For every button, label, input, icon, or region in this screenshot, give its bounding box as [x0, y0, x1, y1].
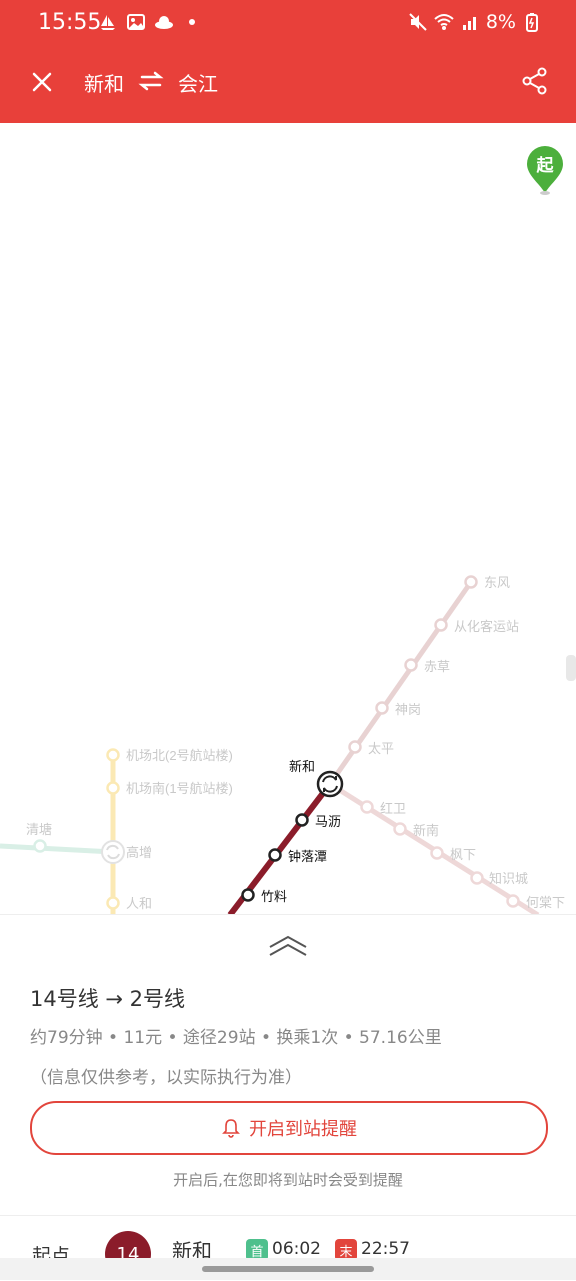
label-airport-south: 机场南(1号航站楼): [126, 781, 233, 796]
label-gaozeng: 高增: [126, 845, 152, 860]
share-icon[interactable]: [520, 66, 550, 96]
label-mali: 马沥: [315, 814, 341, 829]
label-zhishicheng: 知识城: [489, 871, 528, 886]
label-zhongluotan: 钟落潭: [288, 849, 327, 864]
station-dot-shengang[interactable]: [375, 701, 389, 715]
notification-icons: [98, 12, 202, 32]
navigation-bar: [0, 1258, 576, 1280]
station-dot-chicao[interactable]: [404, 658, 418, 672]
first-train-time: 06:02: [272, 1239, 321, 1259]
wifi-icon: [434, 14, 454, 30]
reminder-hint: 开启后,在您即将到站时会受到提醒: [173, 1171, 403, 1189]
label-dongfeng: 东风: [484, 575, 510, 590]
bell-icon: [222, 1119, 240, 1138]
route-panel: 14号线 → 2号线 约79分钟 • 11元 • 途径29站 • 换乘1次 • …: [0, 914, 576, 1281]
dot-icon: [189, 19, 195, 25]
metro-map-svg[interactable]: 东风 从化客运站 赤草 神岗 太平 红卫 新南 枫下 知识城 何棠下 机场北(2…: [0, 123, 576, 915]
station-dot-fengxia[interactable]: [430, 846, 444, 860]
close-icon[interactable]: [26, 66, 58, 98]
station-dot-dongfeng[interactable]: [464, 575, 478, 589]
chevron-up-icon[interactable]: [268, 933, 308, 957]
station-dot-hongwei[interactable]: [360, 800, 374, 814]
label-qingtang: 清塘: [26, 822, 52, 837]
station-dot-airport-south[interactable]: [106, 781, 120, 795]
station-dot-xinnan[interactable]: [393, 822, 407, 836]
signal-icon: [462, 17, 476, 30]
mute-icon: [409, 13, 427, 31]
disclaimer: （信息仅供参考，以实际执行为准）: [30, 1068, 302, 1088]
label-shengang: 神岗: [395, 702, 421, 717]
station-dot-helaixia[interactable]: [506, 894, 520, 908]
station-dot-zhishicheng[interactable]: [470, 871, 484, 885]
station-dot-renhe[interactable]: [106, 896, 120, 910]
label-airport-north: 机场北(2号航站楼): [126, 748, 233, 763]
battery-percent: 8%: [485, 11, 516, 33]
label-conghua: 从化客运站: [454, 619, 519, 634]
label-xinnan: 新南: [413, 823, 439, 838]
station-dot-airport-north[interactable]: [106, 748, 120, 762]
label-hongwei: 红卫: [380, 801, 406, 816]
route-title: 14号线 → 2号线: [30, 987, 186, 1011]
station-dot-conghua[interactable]: [434, 618, 448, 632]
last-train-time: 22:57: [361, 1239, 410, 1259]
route-header: 新和 会江: [0, 48, 576, 123]
from-station[interactable]: 新和: [84, 68, 124, 97]
station-dot-taiping[interactable]: [348, 740, 362, 754]
arrival-reminder-label: 开启到站提醒: [249, 1119, 357, 1140]
arrival-reminder-button[interactable]: 开启到站提醒: [30, 1101, 548, 1155]
label-fengxia: 枫下: [450, 847, 476, 862]
to-station[interactable]: 会江: [178, 68, 218, 97]
label-helaixia: 何棠下: [526, 895, 565, 910]
status-time: 15:55: [38, 10, 102, 35]
swap-icon[interactable]: [138, 68, 164, 94]
label-zhuliao: 竹料: [261, 889, 287, 904]
status-bar: 15:55 8%: [0, 0, 576, 48]
start-pin[interactable]: 起: [525, 145, 565, 195]
label-xinhe: 新和: [289, 759, 315, 774]
side-scroll-handle[interactable]: [566, 655, 576, 681]
hat-icon: [155, 16, 173, 29]
home-handle[interactable]: [202, 1266, 374, 1272]
battery-icon: [526, 13, 538, 32]
station-dot-qingtang[interactable]: [33, 839, 47, 853]
station-dot-mali[interactable]: [295, 813, 309, 827]
divider: [0, 1215, 576, 1216]
label-chicao: 赤草: [424, 659, 450, 674]
station-dot-zhuliao[interactable]: [241, 888, 255, 902]
image-icon: [127, 14, 145, 30]
metro-map[interactable]: 东风 从化客运站 赤草 神岗 太平 红卫 新南 枫下 知识城 何棠下 机场北(2…: [0, 123, 576, 915]
route-info: 约79分钟 • 11元 • 途径29站 • 换乘1次 • 57.16公里: [30, 1028, 442, 1048]
interchange-gaozeng[interactable]: [101, 840, 125, 864]
status-right: 8%: [408, 11, 542, 33]
start-pin-label: 起: [536, 156, 554, 176]
station-dot-zhongluotan[interactable]: [268, 848, 282, 862]
sailing-icon: [101, 15, 115, 30]
label-renhe: 人和: [126, 896, 152, 911]
label-taiping: 太平: [368, 741, 394, 756]
